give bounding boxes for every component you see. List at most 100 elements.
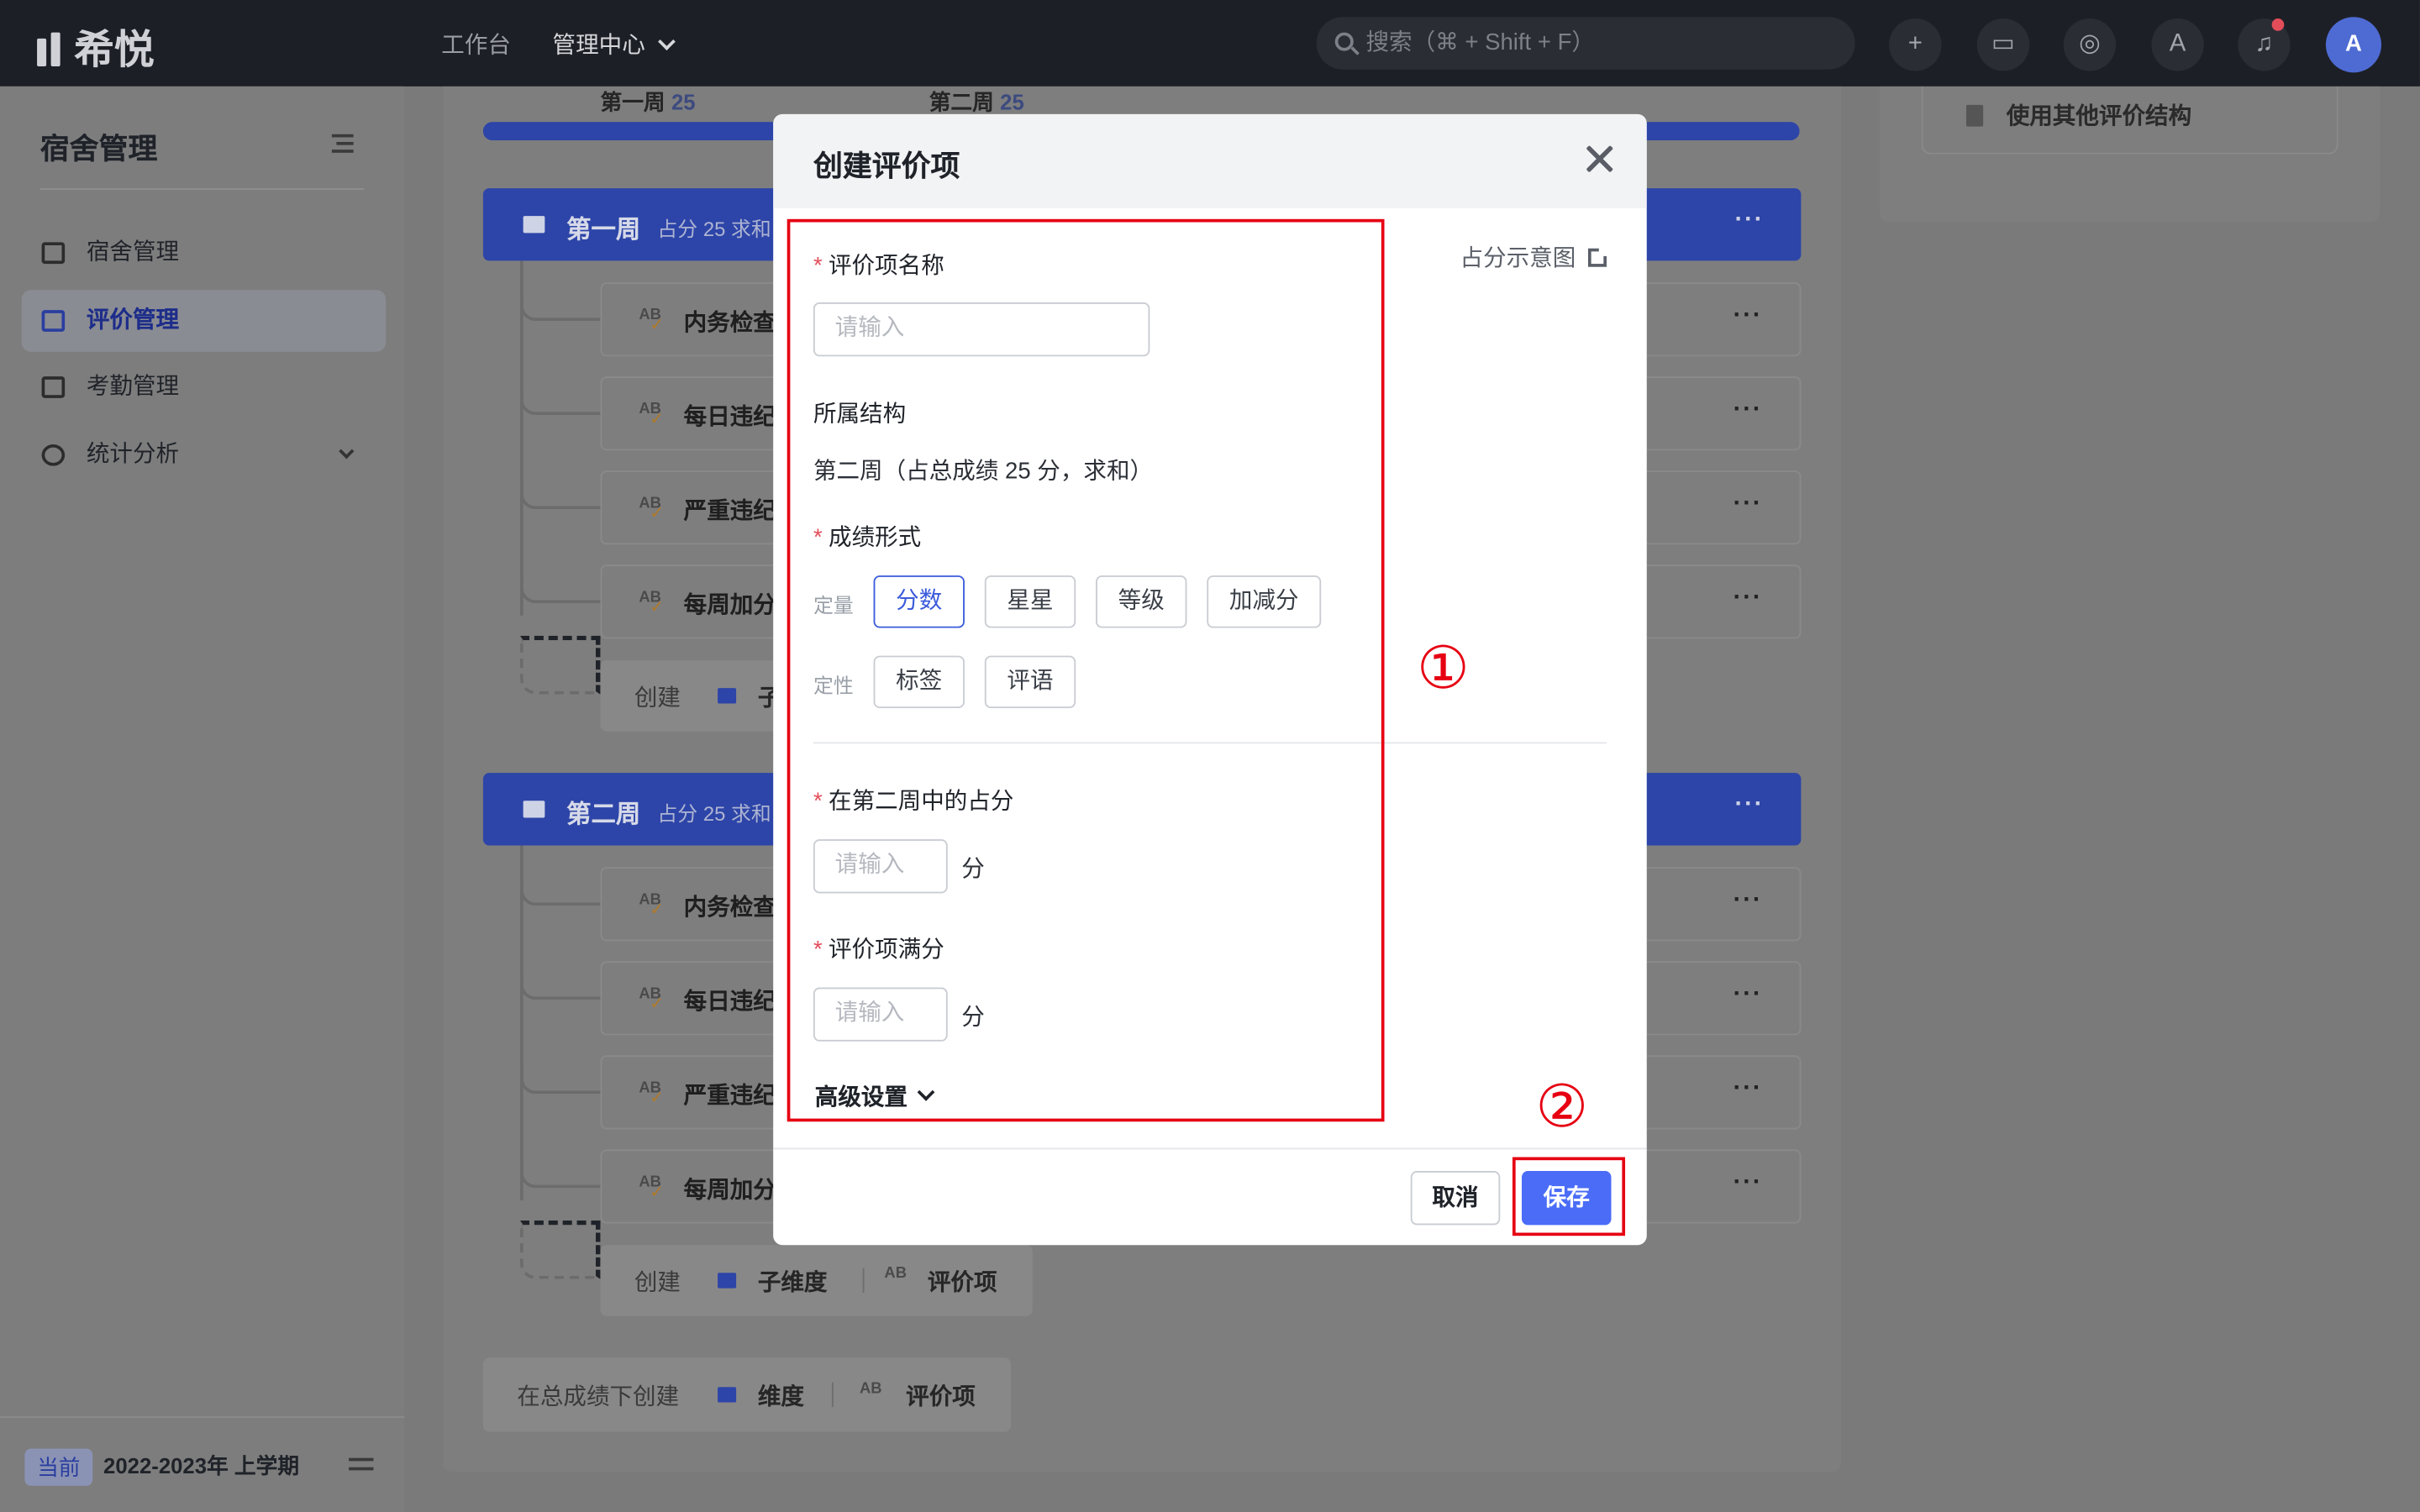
translate-icon[interactable]: A [2151,18,2204,71]
more-icon[interactable]: ··· [1733,491,1763,518]
dialog-title: 创建评价项 [813,150,960,184]
avatar[interactable]: A [2325,17,2382,73]
tree-connector [519,572,601,604]
score-diagram-link[interactable]: 占分示意图 [1460,241,1608,274]
create-label: 创建 [634,1269,681,1296]
more-icon[interactable]: ··· [1734,791,1764,819]
tree-connector [519,874,601,906]
pie-chart-icon [41,444,66,466]
cancel-button[interactable]: 取消 [1410,1171,1501,1226]
bell-icon[interactable]: ♫ [2238,18,2291,71]
calendar-icon [41,376,66,398]
folder-icon [523,801,545,818]
ab-check-icon: AB [639,1174,665,1202]
root-create-row: 在总成绩下创建 维度 AB 评价项 [482,1357,1012,1432]
plus-icon[interactable]: + [1889,18,1942,71]
create-label: 创建 [634,685,681,711]
search-placeholder: 搜索（⌘ + Shift + F） [1365,29,1595,56]
dialog-footer-divider [773,1147,1647,1150]
sidebar-item-label: 评价管理 [86,307,180,333]
create-dimension-button[interactable]: 维度 [758,1379,804,1412]
bed-icon [41,242,66,265]
create-sub-dimension-button[interactable]: 子维度 [758,1265,828,1298]
tree-connector [519,478,601,510]
more-icon[interactable]: ··· [1733,981,1763,1009]
sidebar-item-label: 统计分析 [86,441,180,468]
use-other-structure-button[interactable]: 使用其他评价结构 [1921,86,2338,155]
ab-check-icon: AB [884,1265,907,1283]
create-row: 创建 子维度 AB 评价项 [600,1245,1033,1316]
item-name: 内务检查 [683,895,776,921]
item-name: 严重违纪 [683,1083,776,1110]
search-icon [1334,32,1354,51]
notification-dot [2271,18,2285,31]
create-item-button[interactable]: 评价项 [928,1265,997,1298]
search-input[interactable]: 搜索（⌘ + Shift + F） [1316,17,1855,70]
nav-management-center[interactable]: 管理中心 [553,28,676,60]
app-logo[interactable]: 希悦 [37,18,155,76]
ab-check-icon: AB [639,402,665,429]
more-icon[interactable]: ··· [1733,887,1763,915]
item-name: 每周加分 [683,1177,776,1204]
annotation-number-2: ② [1535,1075,1589,1141]
sidebar-divider [39,188,365,190]
term-switcher[interactable]: 当前 2022-2023年 上学期 [0,1416,405,1512]
swap-icon[interactable] [349,1455,374,1473]
more-icon[interactable]: ··· [1733,302,1763,330]
week-label: 第一周 25 [600,89,696,114]
more-icon[interactable]: ··· [1734,207,1764,234]
ab-check-icon: AB [639,496,665,523]
more-icon[interactable]: ··· [1733,1075,1763,1103]
sidebar-item-dorm[interactable]: 宿舍管理 [22,222,386,283]
message-icon[interactable]: ▭ [1976,18,2030,71]
sidebar-title: 宿舍管理 [39,134,158,167]
folder-icon [718,1387,737,1403]
compass-icon[interactable]: ◎ [2063,18,2117,71]
ab-check-icon: AB [639,307,665,335]
dialog-header: 创建评价项 [773,113,1647,208]
more-icon[interactable]: ··· [1733,1169,1763,1197]
item-name: 每周加分 [683,592,776,619]
sidebar-item-evaluation[interactable]: 评价管理 [21,290,387,352]
close-icon[interactable] [1582,142,1616,176]
divider [831,1382,834,1408]
logo-mark-icon [37,25,65,68]
folder-icon [718,1273,737,1289]
sidebar-item-attendance[interactable]: 考勤管理 [22,356,386,417]
ab-check-icon: AB [639,986,665,1014]
group-title: 第一周 [566,217,641,244]
ab-check-icon: AB [639,892,665,920]
sidebar: 宿舍管理 宿舍管理 评价管理 考勤管理 统计分析 当前 2022-2023年 上… [0,86,405,1512]
item-name: 每日违纪 [683,989,776,1016]
sidebar-item-label: 考勤管理 [86,373,180,400]
logo-text: 希悦 [74,26,155,73]
chevron-down-icon [339,444,355,459]
use-other-structure-label: 使用其他评价结构 [2006,103,2192,130]
chart-doc-icon [41,310,66,332]
sidebar-item-label: 宿舍管理 [86,239,180,265]
folder-icon [718,688,737,704]
nav-workbench[interactable]: 工作台 [441,28,511,60]
create-item-button[interactable]: 评价项 [906,1379,976,1412]
external-link-icon [1587,246,1608,267]
collapse-sidebar-icon[interactable] [331,134,354,153]
more-icon[interactable]: ··· [1733,585,1763,612]
tree-connector [519,1063,601,1095]
folder-icon [523,216,545,234]
tree-connector [519,1220,601,1279]
ab-check-icon: AB [860,1380,882,1399]
root-create-label: 在总成绩下创建 [517,1383,680,1410]
annotation-box-save [1512,1157,1626,1236]
group-title: 第二周 [566,802,641,829]
tree-connector [519,290,601,322]
term-label: 2022-2023年 上学期 [103,1453,300,1478]
item-name: 严重违纪 [683,498,776,525]
annotation-box-form [786,218,1385,1122]
sidebar-item-statistics[interactable]: 统计分析 [22,424,386,486]
term-tag: 当前 [24,1448,93,1486]
score-diagram-label: 占分示意图 [1460,245,1576,272]
item-name: 每日违纪 [683,404,776,431]
top-bar: 希悦 工作台 管理中心 搜索（⌘ + Shift + F） + ▭ ◎ A ♫ … [0,0,2420,87]
tree-connector [519,384,601,416]
more-icon[interactable]: ··· [1733,396,1763,424]
